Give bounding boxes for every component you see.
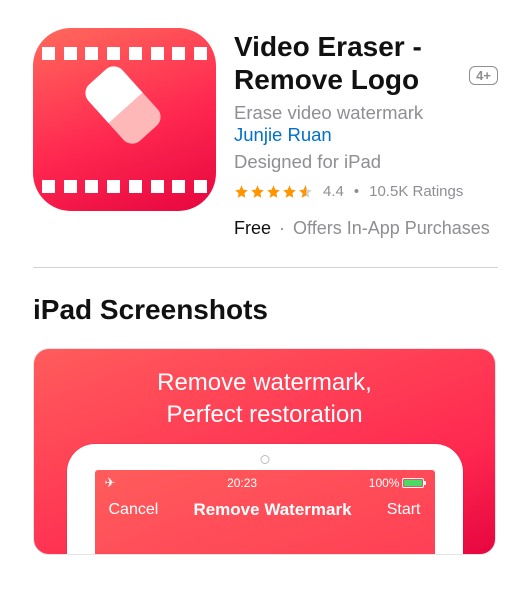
ipad-mockup: ✈ 20:23 100% Cancel Remove Watermark Sta…	[67, 444, 463, 555]
rating-separator: •	[354, 183, 359, 200]
rating-value: 4.4	[323, 183, 344, 200]
battery-percent: 100%	[369, 476, 400, 490]
developer-link[interactable]: Junjie Ruan	[234, 124, 332, 145]
start-button: Start	[387, 501, 421, 519]
star-rating	[234, 184, 313, 199]
price-label: Free	[234, 218, 271, 238]
designed-for-label: Designed for iPad	[234, 151, 498, 173]
age-rating-badge: 4+	[469, 66, 498, 85]
nav-title: Remove Watermark	[193, 500, 351, 520]
promo-text: Remove watermark, Perfect restoration	[34, 349, 495, 432]
app-title: Video Eraser - Remove Logo	[234, 30, 461, 96]
rating-count: 10.5K Ratings	[369, 183, 463, 200]
nav-bar: Cancel Remove Watermark Start	[95, 494, 435, 526]
screenshots-section-title: iPad Screenshots	[33, 294, 498, 326]
promo-line-1: Remove watermark,	[34, 367, 495, 399]
status-bar: ✈ 20:23 100%	[95, 470, 435, 494]
app-icon	[33, 28, 216, 211]
airplane-icon: ✈	[105, 475, 116, 491]
separator: ·	[279, 218, 285, 238]
battery-icon	[402, 478, 424, 488]
screenshot-1[interactable]: Remove watermark, Perfect restoration ✈ …	[33, 348, 496, 555]
screenshots-scroller[interactable]: Remove watermark, Perfect restoration ✈ …	[33, 348, 498, 555]
ipad-home-indicator	[260, 455, 269, 464]
divider	[33, 267, 498, 268]
promo-line-2: Perfect restoration	[34, 399, 495, 431]
iap-label: Offers In-App Purchases	[293, 218, 490, 238]
app-header: Video Eraser - Remove Logo 4+ Erase vide…	[33, 28, 498, 239]
app-subtitle: Erase video watermark	[234, 102, 498, 124]
app-info: Video Eraser - Remove Logo 4+ Erase vide…	[234, 28, 498, 239]
rating-row[interactable]: 4.4 • 10.5K Ratings	[234, 183, 498, 200]
price-row: Free · Offers In-App Purchases	[234, 218, 498, 239]
cancel-button: Cancel	[109, 501, 159, 519]
eraser-icon	[80, 61, 165, 148]
status-time: 20:23	[227, 476, 257, 490]
